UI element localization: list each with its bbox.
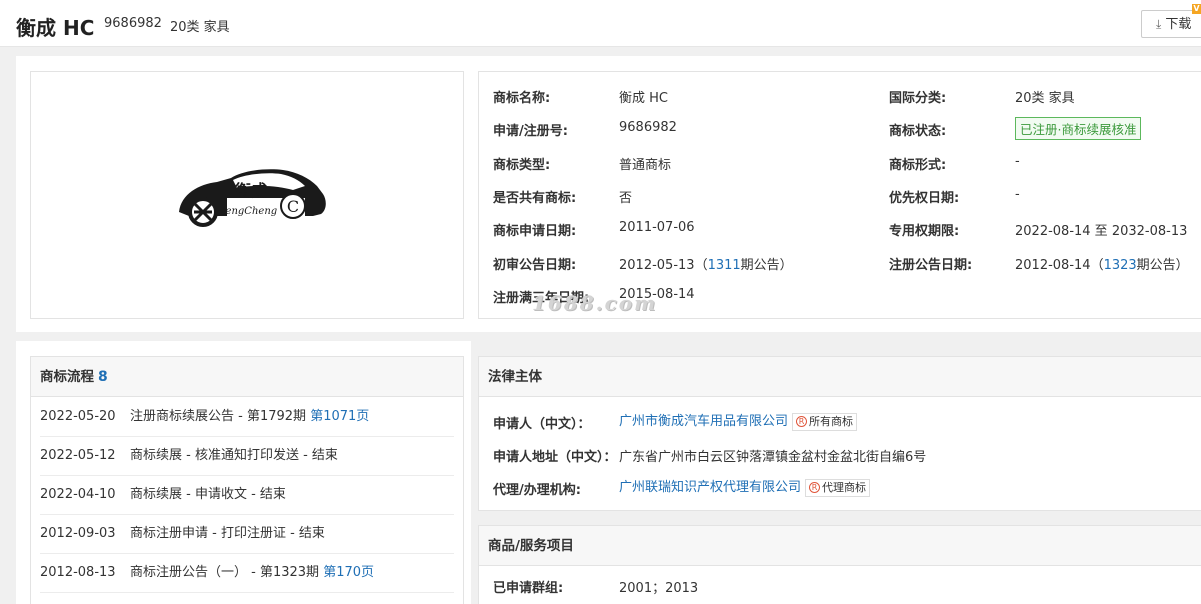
logo-pinyin-text: HengCheng [216,206,277,217]
flow-page-link[interactable]: 第1071页 [310,409,369,424]
flow-text: 注册商标续展公告 - 第1792期 第1071页 [130,409,370,424]
trademark-detail-box: 商标名称: 衡成 HC 申请/注册号: 9686982 商标类型: 普通商标 是… [478,71,1201,319]
address-value: 广东省广州市白云区钟落潭镇金盆村金盆北街自编6号 [619,450,927,465]
flow-title: 商标流程 [40,369,94,385]
reg-issue-link[interactable]: 1323 [1104,258,1137,273]
flow-text: 商标注册公告（一） - 第1323期 第170页 [130,565,375,580]
flow-row: 2022-04-10 商标续展 - 申请收文 - 结束 [40,476,454,515]
flow-date: 2012-08-13 [40,565,116,580]
flow-count: 8 [98,369,108,385]
flow-row: 2022-05-12 商标续展 - 核准通知打印发送 - 结束 [40,437,454,476]
trademark-flow-box: 商标流程 8 2022-05-20 注册商标续展公告 - 第1792期 第1071… [30,356,464,604]
field-status-value: 已注册·商标续展核准 [1015,117,1142,140]
registered-icon: R [809,482,821,493]
agent-value: 广州联瑞知识产权代理有限公司 R 代理商标 [619,476,871,497]
status-badge: 已注册·商标续展核准 [1015,117,1142,140]
flow-date: 2022-05-12 [40,448,116,463]
trademark-logo-image: C 衡成 HengCheng [179,169,326,227]
download-icon: ⤓ [1156,17,1162,31]
agent-trademarks-tag[interactable]: R 代理商标 [805,478,871,497]
field-form: 商标形式: [889,158,947,173]
agent-label: 代理/办理机构: [493,483,581,498]
flow-row: 2012-09-03 商标注册申请 - 打印注册证 - 结束 [40,515,454,554]
download-button[interactable]: ⤓ 下载 [1141,10,1201,38]
field-reg-no-value: 9686982 [619,120,677,135]
flow-text: 商标注册申请 - 打印注册证 - 结束 [130,526,325,541]
field-reg-no: 申请/注册号: [493,124,568,139]
legal-subject-box: 法律主体 申请人（中文）： 广州市衡成汽车用品有限公司 R 所有商标 申请人地址（中… [478,356,1201,511]
flow-date: 2022-04-10 [40,487,116,502]
prelim-issue-link[interactable]: 1311 [708,258,741,273]
field-exclusive-term-value: 2022-08-14 至 2032-08-13 [1015,224,1188,239]
group-value: 2001；2013 [619,581,699,596]
flow-row: 2022-05-20 注册商标续展公告 - 第1792期 第1071页 [40,398,454,437]
page-title: 衡成 HC [16,16,95,40]
vip-badge: V [1192,4,1201,14]
flow-date: 2022-05-20 [40,409,116,424]
all-trademarks-tag[interactable]: R 所有商标 [792,412,858,431]
top-header-bar: 衡成 HC 9686982 20类 家具 ⤓ 下载 V [0,0,1201,47]
field-reg-announce-value: 2012-08-14（1323期公告） [1015,258,1189,273]
trademark-logo-box[interactable]: C 衡成 HengCheng [30,71,464,319]
header-reg-no: 9686982 [104,16,162,31]
flow-page-link[interactable]: 第170页 [323,565,374,580]
goods-services-box: 商品/服务项目 已申请群组: 2001；2013 [478,525,1201,604]
applicant-label: 申请人（中文）： [493,417,591,432]
field-prelim-date: 初审公告日期: [493,258,577,273]
legal-subject-title: 法律主体 [479,357,1201,397]
flow-text: 商标续展 - 申请收文 - 结束 [130,487,286,502]
header-class: 20类 家具 [170,20,230,35]
field-priority: 优先权日期: [889,191,960,206]
logo-copyright-mark: C [287,197,299,216]
goods-services-title: 商品/服务项目 [479,526,1201,566]
field-type: 商标类型: [493,158,551,173]
field-shared: 是否共有商标: [493,191,577,206]
field-status: 商标状态: [889,124,947,139]
group-label: 已申请群组: [493,581,564,596]
flow-row: 2012-08-13 商标注册公告（一） - 第1323期 第170页 [40,554,454,593]
field-priority-value: - [1015,187,1020,202]
applicant-link[interactable]: 广州市衡成汽车用品有限公司 [619,414,788,429]
flow-header: 商标流程 8 [31,357,463,397]
field-apply-date: 商标申请日期: [493,224,577,239]
agent-link[interactable]: 广州联瑞知识产权代理有限公司 [619,480,801,495]
field-prelim-date-value: 2012-05-13（1311期公告） [619,258,793,273]
field-exclusive-term: 专用权期限: [889,224,960,239]
download-label: 下载 [1165,17,1192,32]
field-apply-date-value: 2011-07-06 [619,220,695,235]
address-label: 申请人地址（中文）： [493,450,617,465]
flow-date: 2012-09-03 [40,526,116,541]
field-type-value: 普通商标 [619,158,672,173]
registered-icon: R [796,416,808,427]
applicant-value: 广州市衡成汽车用品有限公司 R 所有商标 [619,410,858,431]
flow-text: 商标续展 - 核准通知打印发送 - 结束 [130,448,338,463]
site-watermark: 1688.com [532,291,658,315]
field-form-value: - [1015,154,1020,169]
field-name-value: 衡成 HC [619,91,668,106]
field-name: 商标名称: [493,91,551,106]
field-reg-announce: 注册公告日期: [889,258,973,273]
field-shared-value: 否 [619,191,633,206]
field-intl-class-value: 20类 家具 [1015,91,1075,106]
logo-chinese-text: 衡成 [235,181,267,200]
field-intl-class: 国际分类: [889,91,947,106]
